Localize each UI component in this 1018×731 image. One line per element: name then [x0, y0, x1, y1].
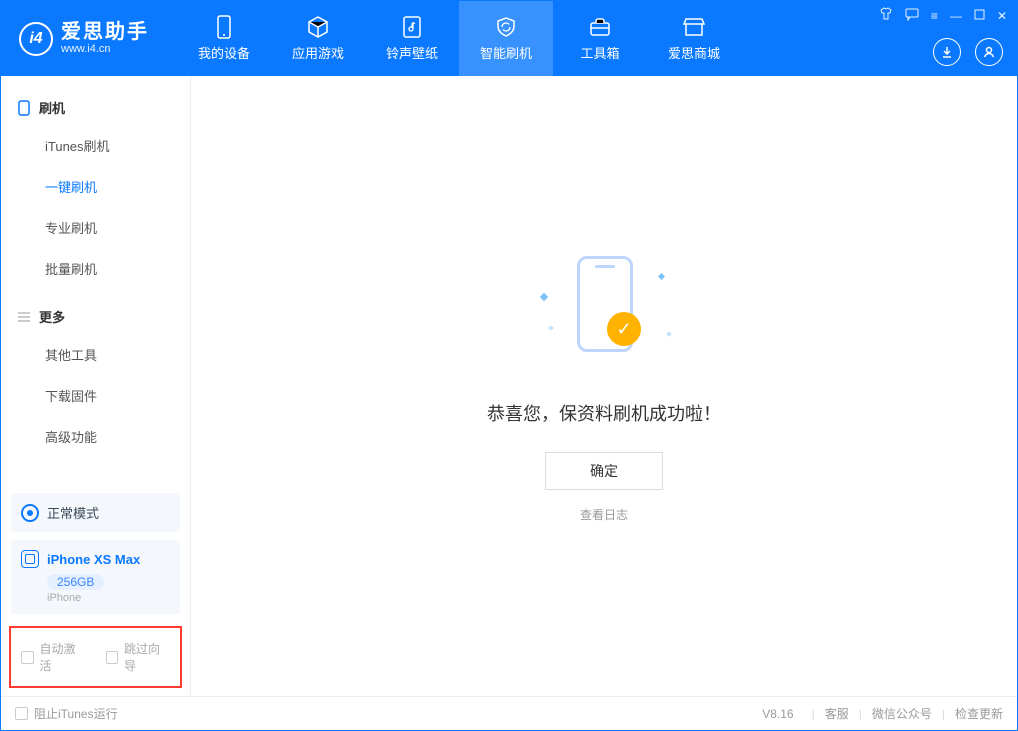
tab-toolbox[interactable]: 工具箱	[553, 1, 647, 76]
store-icon	[682, 15, 706, 39]
logo-title: 爱思助手	[61, 21, 149, 43]
success-message: 恭喜您，保资料刷机成功啦！	[487, 400, 721, 426]
logo-mark-icon: i4	[19, 22, 53, 56]
ok-button[interactable]: 确定	[545, 452, 663, 490]
menu-icon[interactable]: ≡	[931, 9, 938, 23]
tab-my-device[interactable]: 我的设备	[177, 1, 271, 76]
sidebar: 刷机 iTunes刷机 一键刷机 专业刷机 批量刷机 更多 其他工具 下载固件 …	[1, 76, 191, 696]
tab-smart-flash[interactable]: 智能刷机	[459, 1, 553, 76]
main-content: ✓ 恭喜您，保资料刷机成功啦！ 确定 查看日志	[191, 76, 1017, 696]
tab-ringtone-wallpaper[interactable]: 铃声壁纸	[365, 1, 459, 76]
music-file-icon	[400, 15, 424, 39]
logo-subtitle: www.i4.cn	[61, 43, 149, 55]
feedback-icon[interactable]	[905, 7, 919, 24]
account-button[interactable]	[975, 38, 1003, 66]
sparkle-icon	[658, 273, 665, 280]
sidebar-section-more: 更多	[1, 299, 190, 334]
header-action-icons	[933, 38, 1003, 66]
tab-apps-games[interactable]: 应用游戏	[271, 1, 365, 76]
success-illustration: ✓	[519, 256, 689, 376]
check-update-link[interactable]: 检查更新	[955, 705, 1003, 722]
checkmark-badge-icon: ✓	[607, 312, 641, 346]
window-controls: ≡ — ✕	[879, 7, 1007, 24]
maximize-icon[interactable]	[974, 9, 985, 23]
storage-badge: 256GB	[47, 574, 104, 590]
support-link[interactable]: 客服	[825, 705, 849, 722]
device-mode-card[interactable]: 正常模式	[11, 493, 180, 532]
tab-label: 我的设备	[198, 43, 250, 62]
sparkle-icon	[548, 325, 554, 331]
sidebar-item-batch-flash[interactable]: 批量刷机	[1, 248, 190, 289]
device-icon	[212, 15, 236, 39]
sparkle-icon	[666, 331, 672, 337]
mode-label: 正常模式	[47, 503, 99, 522]
skin-icon[interactable]	[879, 7, 893, 24]
status-bar: 阻止iTunes运行 V8.16 | 客服 | 微信公众号 | 检查更新	[1, 696, 1017, 730]
download-manager-button[interactable]	[933, 38, 961, 66]
checkbox-auto-activate[interactable]: 自动激活	[21, 640, 86, 674]
wechat-link[interactable]: 微信公众号	[872, 705, 932, 722]
separator: |	[812, 707, 815, 721]
separator: |	[942, 707, 945, 721]
sidebar-item-other-tools[interactable]: 其他工具	[1, 334, 190, 375]
sidebar-item-download-firmware[interactable]: 下载固件	[1, 375, 190, 416]
view-log-link[interactable]: 查看日志	[580, 506, 628, 523]
sidebar-section-label: 更多	[39, 307, 65, 326]
checkbox-icon	[106, 651, 119, 664]
app-window: i4 爱思助手 www.i4.cn 我的设备 应用游戏 铃声壁纸 智能刷机	[0, 0, 1018, 731]
checkbox-skip-guide[interactable]: 跳过向导	[106, 640, 171, 674]
checkbox-label: 阻止iTunes运行	[34, 705, 118, 722]
checkbox-block-itunes[interactable]: 阻止iTunes运行	[15, 705, 118, 722]
minimize-icon[interactable]: —	[950, 9, 962, 23]
sparkle-icon	[540, 293, 548, 301]
tab-label: 应用游戏	[292, 43, 344, 62]
main-tabs: 我的设备 应用游戏 铃声壁纸 智能刷机 工具箱 爱思商城	[177, 1, 741, 76]
checkbox-icon	[15, 707, 28, 720]
separator: |	[859, 707, 862, 721]
cube-icon	[306, 15, 330, 39]
sidebar-section-label: 刷机	[39, 98, 65, 117]
list-icon	[17, 310, 31, 324]
tab-label: 智能刷机	[480, 43, 532, 62]
refresh-shield-icon	[494, 15, 518, 39]
sidebar-item-onekey-flash[interactable]: 一键刷机	[1, 166, 190, 207]
body: 刷机 iTunes刷机 一键刷机 专业刷机 批量刷机 更多 其他工具 下载固件 …	[1, 76, 1017, 696]
checkbox-label: 跳过向导	[124, 640, 170, 674]
sidebar-item-pro-flash[interactable]: 专业刷机	[1, 207, 190, 248]
options-highlight-box: 自动激活 跳过向导	[9, 626, 182, 688]
device-type: iPhone	[47, 592, 170, 604]
version-label: V8.16	[762, 707, 793, 721]
close-icon[interactable]: ✕	[997, 9, 1007, 23]
device-card[interactable]: iPhone XS Max 256GB iPhone	[11, 540, 180, 614]
phone-outline-icon	[17, 101, 31, 115]
app-logo: i4 爱思助手 www.i4.cn	[19, 21, 149, 55]
checkbox-icon	[21, 651, 34, 664]
sidebar-item-itunes-flash[interactable]: iTunes刷机	[1, 125, 190, 166]
header: i4 爱思助手 www.i4.cn 我的设备 应用游戏 铃声壁纸 智能刷机	[1, 1, 1017, 76]
sidebar-item-advanced[interactable]: 高级功能	[1, 416, 190, 457]
tab-label: 工具箱	[580, 43, 619, 62]
sidebar-section-flash: 刷机	[1, 90, 190, 125]
checkbox-label: 自动激活	[40, 640, 86, 674]
tab-label: 爱思商城	[668, 43, 720, 62]
tab-store[interactable]: 爱思商城	[647, 1, 741, 76]
device-name: iPhone XS Max	[47, 552, 140, 567]
mode-icon	[21, 504, 39, 522]
device-outline-icon	[21, 550, 39, 568]
toolbox-icon	[588, 15, 612, 39]
tab-label: 铃声壁纸	[386, 43, 438, 62]
